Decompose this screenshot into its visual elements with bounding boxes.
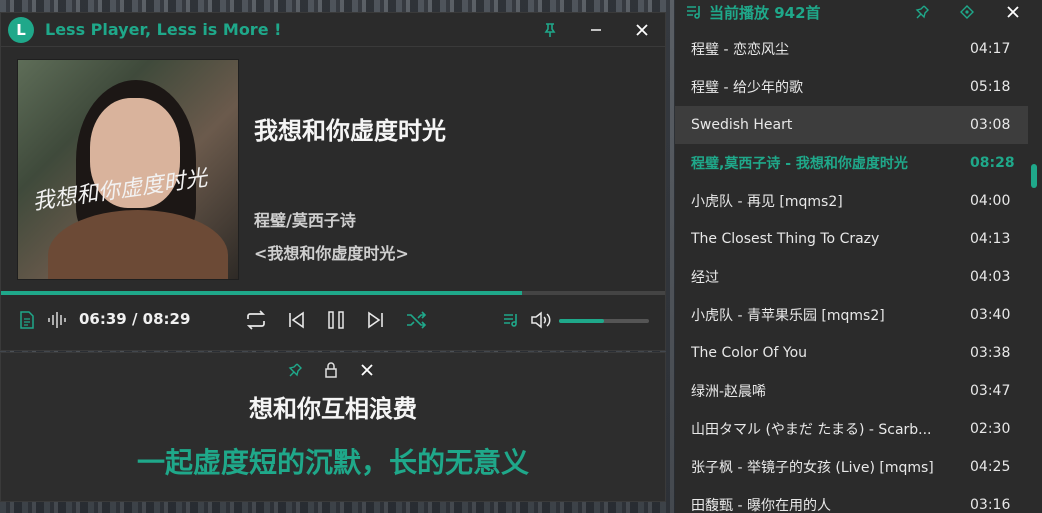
playlist-item[interactable]: 山田タマル (やまだ たまる) - Scarb... 02:30 [675, 410, 1028, 448]
song-name: 田馥甄 - 曝你在用的人 [691, 498, 831, 513]
time-display: 06:39 / 08:29 [79, 310, 191, 328]
song-name: 经过 [691, 270, 719, 286]
minimize-icon [591, 28, 601, 31]
playlist-item[interactable]: 程璧 - 恋恋风尘 04:17 [675, 30, 1028, 68]
song-duration: 05:18 [970, 79, 1011, 95]
repeat-button[interactable] [244, 309, 268, 331]
album-cover[interactable]: 我想和你虚度时光 [17, 59, 239, 280]
shuffle-icon [407, 311, 427, 329]
song-duration: 08:28 [970, 155, 1015, 171]
playlist-list: 程璧 - 恋恋风尘 04:17 程璧 - 给少年的歌 05:18 Swedish… [675, 30, 1028, 513]
song-duration: 04:25 [970, 459, 1011, 475]
song-name: Swedish Heart [691, 117, 793, 133]
playlist-scrollbar[interactable] [1031, 164, 1037, 188]
app-logo: L [8, 16, 34, 43]
song-duration: 04:00 [970, 193, 1011, 209]
song-duration: 03:40 [970, 307, 1011, 323]
volume-fill [559, 319, 604, 323]
playlist-item[interactable]: 张子枫 - 举镜子的女孩 (Live) [mqms] 04:25 [675, 448, 1028, 486]
song-name: 张子枫 - 举镜子的女孩 (Live) [mqms] [691, 460, 934, 476]
lyric-current-line: 想和你互相浪费 [249, 395, 417, 423]
playlist-close-button[interactable] [1002, 2, 1024, 22]
playlist-item-now-playing[interactable]: 程璧,莫西子诗 - 我想和你虚度时光 08:28 [675, 144, 1028, 182]
lyric-toolbar [283, 359, 379, 381]
song-name: 绿洲-赵晨唏 [691, 384, 767, 400]
sound-effect-button[interactable] [46, 310, 68, 330]
link-icon [915, 5, 929, 19]
shuffle-button[interactable] [404, 309, 428, 331]
pin-icon [288, 363, 302, 377]
song-name: The Color Of You [691, 345, 808, 361]
lyric-lock-button[interactable] [319, 359, 343, 381]
close-icon [636, 23, 648, 36]
song-name: 程璧 - 给少年的歌 [691, 80, 803, 96]
volume-button[interactable] [530, 310, 552, 330]
lyric-highlight-line: 一起虚度短的沉默，长的无意义 [136, 446, 529, 479]
progress-bar[interactable] [1, 291, 665, 295]
pause-button[interactable] [324, 309, 348, 331]
song-duration: 04:03 [970, 269, 1011, 285]
song-duration: 04:13 [970, 231, 1011, 247]
playlist-panel: 当前播放 942首 程璧 - 恋恋风尘 04:17 程璧 - 给少年的歌 05:… [675, 0, 1042, 513]
song-name: 山田タマル (やまだ たまる) - Scarb... [691, 422, 932, 438]
playlist-title: 当前播放 942首 [709, 3, 821, 22]
song-name: 小虎队 - 青苹果乐园 [mqms2] [691, 308, 885, 324]
playlist-item[interactable]: 小虎队 - 再见 [mqms2] 04:00 [675, 182, 1028, 220]
previous-icon [289, 311, 304, 329]
desktop-lyric-window: 想和你互相浪费 一起虚度短的沉默，长的无意义 [0, 352, 666, 502]
song-album: <我想和你虚度时光> [254, 244, 409, 263]
playlist-item[interactable]: 绿洲-赵晨唏 03:47 [675, 372, 1028, 410]
progress-fill [1, 291, 523, 295]
close-button[interactable] [619, 13, 665, 47]
playlist-header: 当前播放 942首 [675, 0, 1042, 24]
lyric-button[interactable] [17, 310, 37, 330]
playlist-icon [687, 6, 700, 19]
next-icon [368, 311, 383, 329]
song-name: 程璧 - 恋恋风尘 [691, 42, 789, 58]
song-duration: 03:47 [970, 383, 1011, 399]
playlist-item[interactable]: 田馥甄 - 曝你在用的人 03:16 [675, 486, 1028, 513]
playlist-button[interactable] [501, 310, 521, 330]
playlist-icon [504, 314, 517, 327]
song-artist: 程璧/莫西子诗 [254, 211, 356, 230]
playlist-item[interactable]: The Closest Thing To Crazy 04:13 [675, 220, 1028, 258]
song-duration: 02:30 [970, 421, 1011, 437]
playlist-item[interactable]: 小虎队 - 青苹果乐园 [mqms2] 03:40 [675, 296, 1028, 334]
song-duration: 03:38 [970, 345, 1011, 361]
playlist-item[interactable]: 程璧 - 给少年的歌 05:18 [675, 68, 1028, 106]
song-name: 程璧,莫西子诗 - 我想和你虚度时光 [691, 156, 908, 172]
document-icon [20, 311, 34, 329]
previous-button[interactable] [285, 309, 307, 331]
playlist-item-hovered[interactable]: Swedish Heart 03:08 [675, 106, 1028, 144]
playlist-item[interactable]: 经过 04:03 [675, 258, 1028, 296]
close-icon [1007, 6, 1019, 18]
song-duration: 03:08 [970, 117, 1011, 133]
lock-icon [325, 362, 337, 378]
song-duration: 03:16 [970, 497, 1011, 513]
playlist-link-button[interactable] [911, 2, 933, 22]
volume-slider[interactable] [559, 319, 649, 323]
playlist-item[interactable]: The Color Of You 03:38 [675, 334, 1028, 372]
waveform-icon [48, 312, 66, 328]
song-name: 小虎队 - 再见 [mqms2] [691, 194, 843, 210]
playlist-locate-button[interactable] [956, 2, 978, 22]
pause-icon [328, 311, 344, 329]
title-bar[interactable]: L Less Player, Less is More ! [1, 13, 665, 47]
song-duration: 04:17 [970, 41, 1011, 57]
volume-icon [531, 311, 551, 329]
control-bar: 06:39 / 08:29 [1, 300, 665, 340]
next-button[interactable] [365, 309, 387, 331]
close-icon [361, 364, 373, 376]
lyric-close-button[interactable] [355, 359, 379, 381]
song-title: 我想和你虚度时光 [254, 117, 446, 145]
song-name: The Closest Thing To Crazy [691, 231, 880, 247]
locate-icon [960, 5, 974, 19]
player-window: L Less Player, Less is More ! 我想和你虚度时光 我… [0, 12, 666, 351]
lyric-pin-button[interactable] [283, 359, 307, 381]
minimize-button[interactable] [573, 13, 619, 47]
pin-icon [544, 22, 556, 37]
app-title: Less Player, Less is More ! [45, 20, 282, 39]
pin-button[interactable] [527, 13, 573, 47]
repeat-icon [246, 310, 266, 330]
